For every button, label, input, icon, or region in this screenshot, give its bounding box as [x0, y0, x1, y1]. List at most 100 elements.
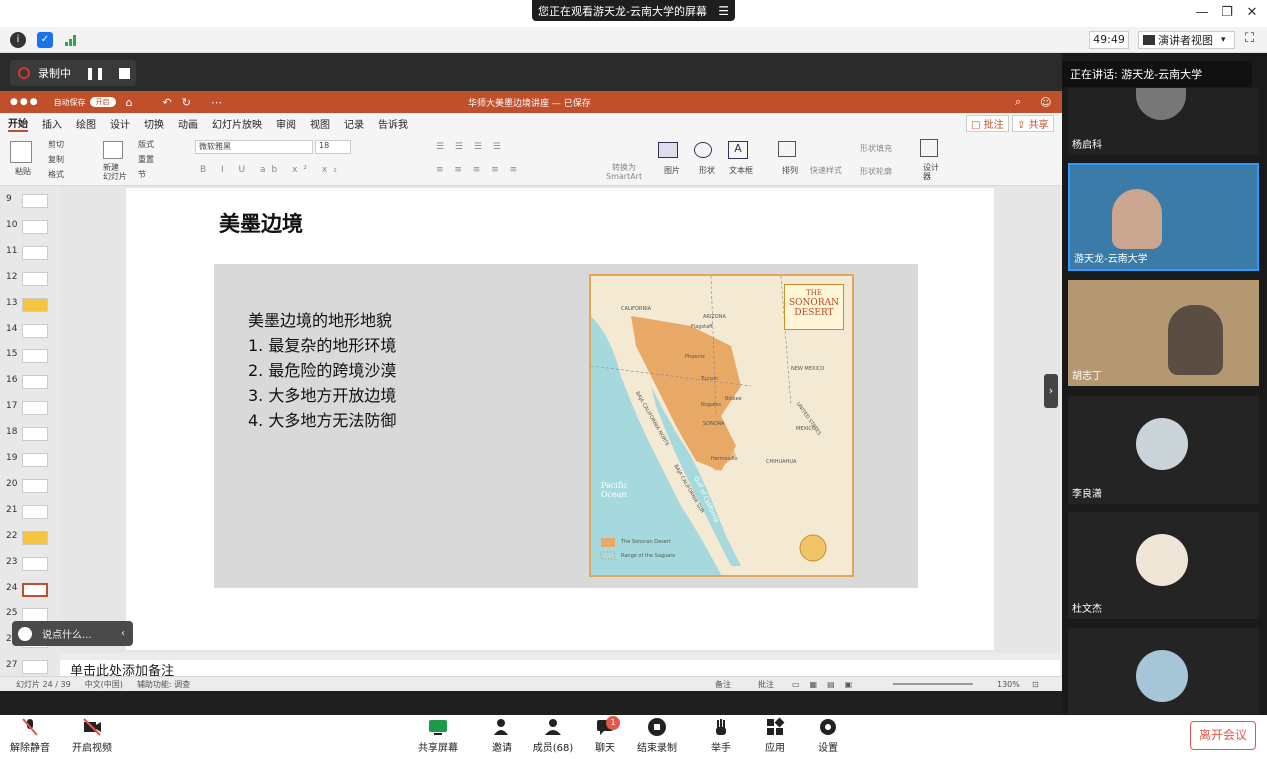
autosave-toggle[interactable]: 开启 — [89, 97, 116, 107]
slide-thumbnail[interactable]: 24 — [4, 582, 56, 599]
designer-icon[interactable] — [920, 139, 938, 157]
participant-tile[interactable]: 胡志丁 — [1068, 280, 1259, 386]
copy-button[interactable]: 复制 — [48, 154, 64, 165]
ppt-menu-tab[interactable]: 审阅 — [276, 116, 296, 131]
align-buttons[interactable]: ≡ ≡ ≡ ≡ ≡ — [436, 165, 521, 175]
slide-thumbnail[interactable]: 19 — [4, 453, 56, 469]
reset-button[interactable]: 重置 — [138, 154, 154, 165]
ppt-menu-tab[interactable]: 插入 — [42, 116, 62, 131]
shape-label[interactable]: 形状 — [699, 165, 715, 176]
gallery-collapse-button[interactable]: › — [1044, 374, 1058, 408]
members-button[interactable]: 成员(68) — [525, 717, 581, 754]
notes-toggle[interactable]: 备注 — [715, 679, 731, 690]
slide-thumbnail[interactable]: 18 — [4, 427, 56, 443]
emoji-icon[interactable] — [18, 626, 32, 641]
shield-icon[interactable]: ✓ — [37, 32, 53, 48]
slide-thumbnail[interactable]: 17 — [4, 401, 56, 417]
slide-thumbnail[interactable]: 27 — [4, 660, 56, 676]
settings-button[interactable]: 设置 — [800, 717, 856, 754]
ppt-menu-tab[interactable]: 切换 — [144, 116, 164, 131]
pause-icon[interactable]: ❚❚ — [85, 66, 105, 80]
designer-label[interactable]: 设计 器 — [923, 163, 939, 181]
paste-label[interactable]: 粘贴 — [15, 166, 31, 177]
chevron-left-icon[interactable]: ‹ — [121, 628, 125, 639]
participant-tile[interactable]: 杨启科 — [1068, 88, 1259, 155]
close-button[interactable]: ✕ — [1243, 4, 1261, 22]
redo-icon[interactable]: ↻ — [182, 96, 191, 109]
section-button[interactable]: 节 — [138, 169, 146, 180]
account-icon[interactable]: ☺ — [1040, 96, 1051, 109]
minimize-button[interactable]: — — [1193, 4, 1211, 22]
paste-icon[interactable] — [10, 141, 32, 163]
shape-fill-button[interactable]: 形状填充 — [860, 143, 892, 154]
new-slide-label[interactable]: 新建 幻灯片 — [103, 163, 133, 181]
slide-thumbnail[interactable]: 9 — [4, 194, 56, 210]
presenter-view-button[interactable]: 演讲者视图 ▾ — [1138, 31, 1235, 49]
view-buttons[interactable]: ▭▦▤▣ — [792, 680, 862, 689]
share-screen-button[interactable]: 共享屏幕 — [410, 717, 466, 754]
stop-icon[interactable] — [119, 67, 131, 79]
participant-tile[interactable]: 杜文杰 — [1068, 512, 1259, 619]
share-button[interactable]: ⇪ 共享 — [1012, 114, 1054, 132]
participant-tile[interactable] — [1068, 628, 1259, 714]
invite-button[interactable]: 邀请 — [474, 717, 530, 754]
slide-thumbnail[interactable]: 11 — [4, 245, 56, 262]
comments-toggle[interactable]: 批注 — [758, 679, 774, 690]
sonoran-desert-map[interactable]: THE SONORAN DESERT CALIFORNIA ARIZONA Fl… — [589, 274, 854, 577]
comment-input-pill[interactable]: 说点什么... ‹ — [12, 621, 133, 646]
info-icon[interactable]: i — [10, 32, 26, 48]
zoom-level[interactable]: 130% — [997, 680, 1020, 689]
bullet-list[interactable]: 美墨边境的地形地貌 1. 最复杂的地形环境 2. 最危险的跨境沙漠 3. 大多地… — [248, 308, 396, 433]
cut-button[interactable]: 剪切 — [48, 139, 64, 150]
arrange-label[interactable]: 排列 — [782, 165, 798, 176]
menu-icon[interactable]: ☰ — [718, 4, 729, 18]
font-size-select[interactable]: 18 — [315, 140, 351, 154]
format-painter-button[interactable]: 格式 — [48, 169, 64, 180]
ppt-menu-tab[interactable]: 动画 — [178, 116, 198, 131]
font-name-select[interactable]: 微软雅黑 — [195, 140, 313, 154]
ppt-menu-tab[interactable]: 开始 — [8, 115, 28, 132]
ppt-menu-tab[interactable]: 幻灯片放映 — [212, 116, 262, 131]
chat-button[interactable]: 聊天 — [577, 717, 633, 754]
ppt-menu-tab[interactable]: 设计 — [110, 116, 130, 131]
font-style-buttons[interactable]: B I U ab x² x₂ — [200, 165, 343, 175]
slide-thumbnail[interactable]: 14 — [4, 323, 56, 340]
ppt-menu-tab[interactable]: 视图 — [310, 116, 330, 131]
picture-icon[interactable] — [658, 142, 678, 158]
slide-thumbnail[interactable]: 21 — [4, 504, 56, 521]
stop-recording-button[interactable]: 结束录制 — [629, 717, 685, 754]
raise-hand-button[interactable]: 举手 — [693, 717, 749, 754]
fit-slide-icon[interactable]: ⊡ — [1032, 680, 1039, 689]
accessibility-status[interactable]: 辅助功能: 调查 — [137, 679, 190, 690]
slide-thumbnail[interactable]: 10 — [4, 219, 56, 236]
traffic-lights[interactable]: ●●● — [10, 97, 40, 107]
slide-thumbnail[interactable]: 22 — [4, 530, 56, 547]
slide-thumbnail[interactable]: 23 — [4, 556, 56, 573]
ppt-menu-tab[interactable]: 绘图 — [76, 116, 96, 131]
textbox-icon[interactable]: A — [728, 141, 748, 159]
layout-button[interactable]: 版式 — [138, 139, 154, 150]
shape-icon[interactable] — [694, 142, 712, 158]
arrange-icon[interactable] — [778, 141, 796, 157]
new-slide-icon[interactable] — [103, 141, 123, 159]
slide-thumbnail[interactable]: 16 — [4, 375, 56, 391]
slide-thumbnail[interactable]: 20 — [4, 478, 56, 495]
list-buttons[interactable]: ☰ ☰ ☰ ☰ — [436, 142, 505, 152]
language-status[interactable]: 中文(中国) — [85, 679, 123, 690]
comment-button[interactable]: □ 批注 — [966, 114, 1009, 132]
picture-label[interactable]: 图片 — [664, 165, 680, 176]
apps-button[interactable]: 应用 — [747, 717, 803, 754]
restore-button[interactable]: ❐ — [1218, 4, 1236, 22]
fullscreen-icon[interactable]: ⛶ — [1245, 31, 1261, 47]
ppt-menu-tab[interactable]: 告诉我 — [378, 116, 408, 131]
start-video-button[interactable]: 开启视频 — [64, 717, 120, 754]
undo-icon[interactable]: ↶ — [163, 96, 172, 109]
textbox-label[interactable]: 文本框 — [729, 165, 753, 176]
search-icon[interactable]: ⌕ — [1015, 95, 1021, 109]
home-icon[interactable]: ⌂ — [126, 96, 133, 109]
slide-thumbnail[interactable]: 13 — [4, 297, 56, 314]
slide-title[interactable]: 美墨边境 — [219, 208, 303, 238]
slide-thumbnail[interactable]: 12 — [4, 271, 56, 288]
unmute-button[interactable]: 解除静音 — [2, 717, 58, 754]
shape-outline-button[interactable]: 形状轮廓 — [860, 166, 892, 177]
